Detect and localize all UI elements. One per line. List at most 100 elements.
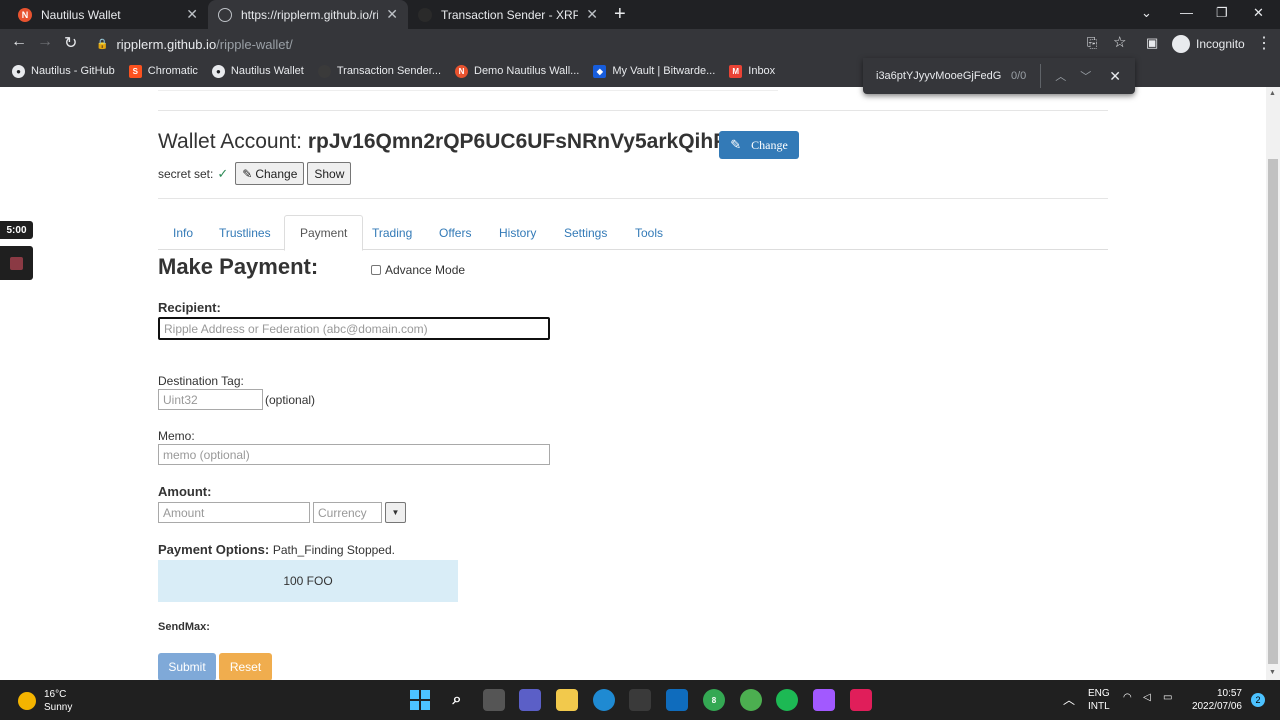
page-action-icon[interactable]: ⎘ — [1087, 35, 1097, 51]
show-hidden-icons-icon[interactable]: ︿ — [1063, 691, 1075, 708]
tab-info[interactable]: Info — [158, 215, 208, 250]
memo-input[interactable]: memo (optional) — [158, 444, 550, 465]
spotify-icon[interactable] — [776, 689, 798, 711]
find-close-icon[interactable]: ✕ — [1109, 68, 1121, 85]
tab-ripple-wallet[interactable]: https://ripplerm.github.io/ripple- ✕ — [208, 0, 408, 29]
bookmark-label: Nautilus Wallet — [230, 65, 304, 77]
sun-icon — [18, 692, 36, 710]
recipient-input[interactable]: Ripple Address or Federation (abc@domain… — [158, 317, 550, 340]
slack-icon[interactable] — [850, 689, 872, 711]
language-primary: ENG — [1088, 688, 1110, 699]
page-scrollbar[interactable]: ▲ ▼ — [1266, 87, 1280, 680]
bookmark-item[interactable]: ● Nautilus Wallet — [211, 64, 304, 78]
bookmark-item[interactable]: Transaction Sender... — [317, 64, 441, 78]
path-option[interactable]: 100 FOO — [158, 560, 458, 602]
wifi-icon[interactable]: ◠ — [1123, 692, 1132, 703]
tab-title: Nautilus Wallet — [41, 7, 121, 22]
reset-button[interactable]: Reset — [219, 653, 272, 680]
change-account-button[interactable]: ✎ Change — [719, 131, 799, 159]
currency-dropdown-button[interactable]: ▼ — [385, 502, 406, 523]
secret-status: secret set: ✓ ✎ Change Show — [158, 162, 352, 185]
advance-mode-checkbox[interactable] — [371, 265, 381, 275]
change-account-label: Change — [751, 137, 788, 152]
close-tab-icon[interactable]: ✕ — [386, 6, 398, 23]
bookmark-star-icon[interactable]: ☆ — [1113, 33, 1126, 51]
tab-payment[interactable]: Payment — [284, 215, 364, 251]
close-tab-icon[interactable]: ✕ — [186, 6, 198, 23]
bookmark-item[interactable]: N Demo Nautilus Wall... — [455, 64, 579, 78]
battery-icon[interactable]: ▭ — [1163, 692, 1172, 703]
amount-input[interactable]: Amount — [158, 502, 310, 523]
stop-recording-button[interactable] — [0, 246, 33, 280]
windows-start-icon[interactable] — [409, 689, 431, 711]
minimize-icon[interactable]: — — [1180, 5, 1193, 20]
language-indicator[interactable]: ENG INTL — [1088, 687, 1110, 713]
tab-title: https://ripplerm.github.io/ripple- — [241, 7, 379, 22]
figma-icon[interactable] — [813, 689, 835, 711]
recording-timer: 5:00 — [0, 221, 33, 239]
tab-trading[interactable]: Trading — [357, 215, 427, 250]
address-bar[interactable]: 🔒 ripplerm.github.io /ripple-wallet/ — [90, 33, 1140, 55]
currency-input[interactable]: Currency — [313, 502, 382, 523]
volume-icon[interactable]: ◁ — [1143, 692, 1151, 703]
close-tab-icon[interactable]: ✕ — [586, 6, 598, 23]
mail-icon[interactable] — [666, 689, 688, 711]
submit-button[interactable]: Submit — [158, 653, 216, 680]
bookmark-item[interactable]: ● Nautilus - GitHub — [12, 64, 115, 78]
tab-offers[interactable]: Offers — [424, 215, 486, 250]
wallet-tabs: Info Trustlines Payment Trading Offers H… — [158, 215, 1108, 251]
bookmark-item[interactable]: S Chromatic — [128, 64, 198, 78]
tab-trustlines[interactable]: Trustlines — [204, 215, 286, 250]
scrollbar-thumb[interactable] — [1268, 159, 1278, 664]
notification-badge[interactable]: 2 — [1251, 693, 1265, 707]
search-icon[interactable]: ⌕ — [446, 689, 468, 711]
back-icon[interactable]: ← — [11, 33, 27, 51]
store-icon[interactable] — [629, 689, 651, 711]
scroll-down-icon[interactable]: ▼ — [1269, 669, 1276, 676]
incognito-indicator[interactable]: Incognito — [1172, 35, 1245, 53]
advance-mode-toggle[interactable]: Advance Mode — [371, 263, 465, 277]
close-window-icon[interactable]: ✕ — [1253, 5, 1264, 21]
system-clock[interactable]: 10:57 2022/07/06 — [1188, 687, 1242, 713]
task-view-icon[interactable] — [483, 689, 505, 711]
tab-transaction-sender[interactable]: Transaction Sender - XRPL.org ✕ — [408, 0, 608, 29]
bookmark-item[interactable]: M Inbox — [729, 64, 775, 78]
bookmark-item[interactable]: ◆ My Vault | Bitwarde... — [593, 64, 715, 78]
tab-history[interactable]: History — [484, 215, 551, 250]
tab-search-icon[interactable]: ⌄ — [1141, 5, 1152, 21]
temperature: 16°C — [44, 689, 67, 700]
make-payment-title: Make Payment: — [158, 254, 319, 279]
find-input[interactable]: i3a6ptYJyyvMooeGjFedGQY — [876, 70, 1001, 82]
destination-tag-input[interactable]: Uint32 — [158, 389, 263, 410]
gmail-icon: M — [729, 64, 743, 78]
windows-taskbar: 16°C Sunny ⌕ 8 ︿ ENG INTL ◠ ◁ ▭ 10:57 20… — [0, 680, 1280, 720]
file-explorer-icon[interactable] — [556, 689, 578, 711]
teams-chat-icon[interactable] — [519, 689, 541, 711]
menu-icon[interactable]: ⋮ — [1256, 33, 1272, 53]
side-panel-icon[interactable]: ▣ — [1146, 35, 1158, 51]
restore-icon[interactable]: ❐ — [1216, 5, 1228, 21]
chrome-icon[interactable]: 8 — [703, 689, 725, 711]
github-icon: ● — [211, 64, 225, 78]
tab-settings[interactable]: Settings — [549, 215, 622, 250]
forward-icon[interactable]: → — [37, 33, 53, 51]
change-secret-button[interactable]: ✎ Change — [235, 162, 305, 185]
divider — [158, 110, 1108, 111]
tab-nautilus-wallet[interactable]: N Nautilus Wallet ✕ — [8, 0, 208, 29]
scroll-up-icon[interactable]: ▲ — [1269, 90, 1276, 97]
github-icon: ● — [12, 64, 25, 78]
find-next-icon[interactable]: ﹀ — [1080, 68, 1091, 84]
edge-icon[interactable] — [593, 689, 615, 711]
tab-strip: N Nautilus Wallet ✕ https://ripplerm.git… — [0, 0, 1280, 29]
find-bar: i3a6ptYJyyvMooeGjFedGQY 0/0 ︿ ﹀ ✕ — [863, 58, 1135, 94]
cut-off-top-content — [158, 87, 778, 91]
find-previous-icon[interactable]: ︿ — [1055, 68, 1066, 84]
tab-tools[interactable]: Tools — [620, 215, 678, 250]
new-tab-button[interactable]: + — [614, 3, 626, 26]
show-secret-button[interactable]: Show — [307, 162, 352, 185]
reload-icon[interactable]: ↻ — [64, 33, 77, 53]
chromatic-icon: S — [128, 64, 142, 78]
utorrent-icon[interactable] — [740, 689, 762, 711]
weather-widget[interactable]: 16°C Sunny — [18, 688, 72, 714]
bookmark-label: Transaction Sender... — [336, 65, 441, 77]
